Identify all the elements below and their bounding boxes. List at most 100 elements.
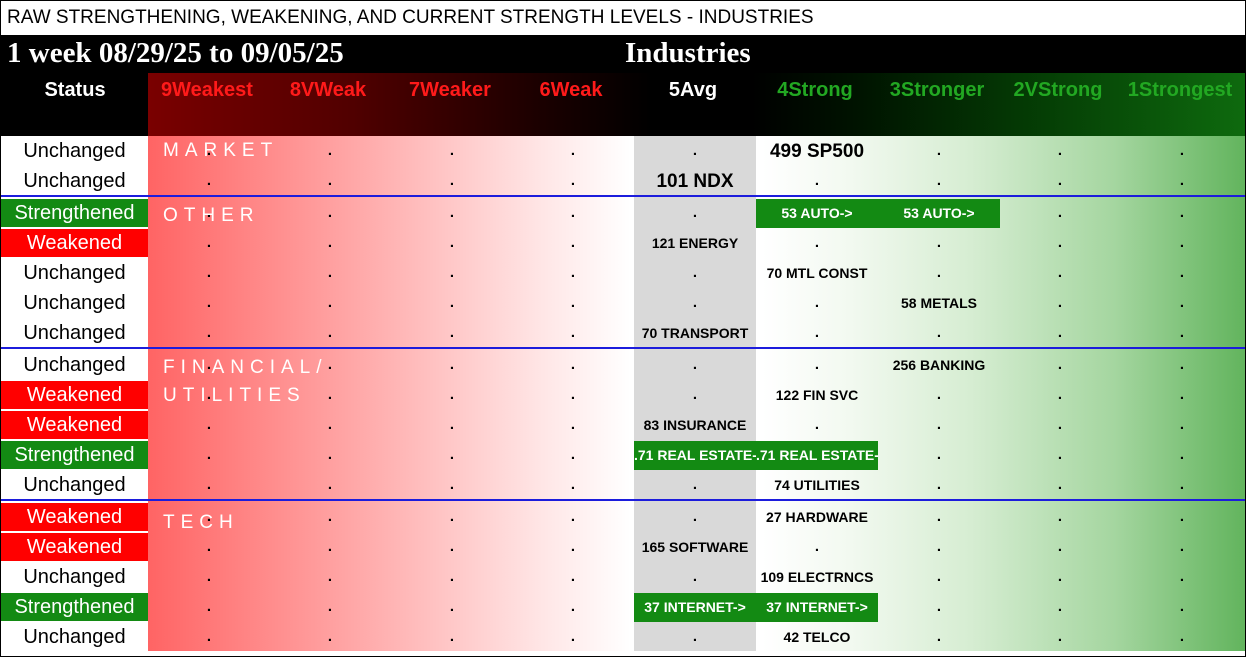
status-cell: Weakened xyxy=(1,229,148,257)
column-header-6weak: 6Weak xyxy=(539,79,603,101)
empty-cell-dot: . xyxy=(814,172,820,189)
status-cell: Unchanged xyxy=(23,474,126,496)
empty-cell-dot: . xyxy=(1057,204,1063,221)
empty-cell-dot: . xyxy=(692,142,698,159)
empty-cell-dot: . xyxy=(936,628,942,645)
empty-cell-dot: . xyxy=(327,446,333,463)
empty-cell-dot: . xyxy=(936,264,942,281)
empty-cell-dot: . xyxy=(449,538,455,555)
empty-cell-dot: . xyxy=(936,416,942,433)
empty-cell-dot: . xyxy=(936,446,942,463)
industry-entry: 83 INSURANCE xyxy=(643,417,747,433)
empty-cell-dot: . xyxy=(206,628,212,645)
status-cell: Unchanged xyxy=(23,262,126,284)
empty-cell-dot: . xyxy=(1179,356,1185,373)
empty-cell-dot: . xyxy=(936,234,942,251)
empty-cell-dot: . xyxy=(936,172,942,189)
empty-cell-dot: . xyxy=(327,142,333,159)
empty-cell-dot: . xyxy=(1057,598,1063,615)
empty-cell-dot: . xyxy=(449,628,455,645)
industry-entry: 121 ENERGY xyxy=(651,235,739,251)
empty-cell-dot: . xyxy=(206,324,212,341)
section-label: FINANCIAL/ xyxy=(163,357,328,378)
section-divider xyxy=(1,347,1245,349)
empty-cell-dot: . xyxy=(449,264,455,281)
status-cell: Unchanged xyxy=(23,322,126,344)
empty-cell-dot: . xyxy=(570,204,576,221)
empty-cell-dot: . xyxy=(1179,446,1185,463)
status-cell: Unchanged xyxy=(23,626,126,648)
empty-cell-dot: . xyxy=(692,476,698,493)
empty-cell-dot: . xyxy=(1179,324,1185,341)
empty-cell-dot: . xyxy=(1057,538,1063,555)
empty-cell-dot: . xyxy=(1179,142,1185,159)
empty-cell-dot: . xyxy=(814,234,820,251)
status-cell: Unchanged xyxy=(23,140,126,162)
section-label: MARKET xyxy=(163,140,279,161)
status-cell: Unchanged xyxy=(23,566,126,588)
empty-cell-dot: . xyxy=(449,476,455,493)
empty-cell-dot: . xyxy=(936,324,942,341)
status-cell: Unchanged xyxy=(23,292,126,314)
empty-cell-dot: . xyxy=(1179,204,1185,221)
empty-cell-dot: . xyxy=(327,324,333,341)
empty-cell-dot: . xyxy=(936,142,942,159)
empty-cell-dot: . xyxy=(206,446,212,463)
industry-entry: .71 REAL ESTATE- xyxy=(756,441,878,470)
empty-cell-dot: . xyxy=(1057,264,1063,281)
empty-cell-dot: . xyxy=(449,508,455,525)
empty-cell-dot: . xyxy=(1179,538,1185,555)
empty-cell-dot: . xyxy=(570,142,576,159)
empty-cell-dot: . xyxy=(327,508,333,525)
empty-cell-dot: . xyxy=(692,294,698,311)
empty-cell-dot: . xyxy=(206,172,212,189)
column-header-9weakest: 9Weakest xyxy=(161,79,253,101)
empty-cell-dot: . xyxy=(570,172,576,189)
empty-cell-dot: . xyxy=(814,294,820,311)
section-divider xyxy=(1,499,1245,501)
industry-strength-sheet: RAW STRENGTHENING, WEAKENING, AND CURREN… xyxy=(0,0,1246,657)
empty-cell-dot: . xyxy=(1179,476,1185,493)
industry-entry: 101 NDX xyxy=(656,171,734,192)
empty-cell-dot: . xyxy=(449,416,455,433)
empty-cell-dot: . xyxy=(570,416,576,433)
industry-entry: 165 SOFTWARE xyxy=(641,539,749,555)
empty-cell-dot: . xyxy=(1057,446,1063,463)
empty-cell-dot: . xyxy=(449,142,455,159)
empty-cell-dot: . xyxy=(570,446,576,463)
empty-cell-dot: . xyxy=(327,264,333,281)
column-header-8vweak: 8VWeak xyxy=(289,79,367,101)
empty-cell-dot: . xyxy=(1179,598,1185,615)
industry-entry: 122 FIN SVC xyxy=(775,387,859,403)
empty-cell-dot: . xyxy=(570,324,576,341)
status-cell: Strengthened xyxy=(1,441,148,469)
empty-cell-dot: . xyxy=(449,356,455,373)
empty-cell-dot: . xyxy=(1057,476,1063,493)
empty-cell-dot: . xyxy=(570,264,576,281)
empty-cell-dot: . xyxy=(449,172,455,189)
empty-cell-dot: . xyxy=(936,538,942,555)
industry-entry: 53 AUTO-> xyxy=(878,199,1000,228)
empty-cell-dot: . xyxy=(814,324,820,341)
empty-cell-dot: . xyxy=(570,508,576,525)
empty-cell-dot: . xyxy=(814,356,820,373)
section-label: UTILITIES xyxy=(163,385,306,406)
empty-cell-dot: . xyxy=(1057,386,1063,403)
empty-cell-dot: . xyxy=(327,204,333,221)
empty-cell-dot: . xyxy=(692,568,698,585)
empty-cell-dot: . xyxy=(1057,628,1063,645)
empty-cell-dot: . xyxy=(206,416,212,433)
empty-cell-dot: . xyxy=(1057,324,1063,341)
status-cell: Weakened xyxy=(1,381,148,409)
industry-entry: 27 HARDWARE xyxy=(766,509,868,525)
column-header-1strongest: 1Strongest xyxy=(1127,79,1233,101)
week-range-title: 1 week 08/29/25 to 09/05/25 xyxy=(7,37,344,69)
column-header-7weaker: 7Weaker xyxy=(409,79,491,101)
empty-cell-dot: . xyxy=(570,538,576,555)
empty-cell-dot: . xyxy=(449,568,455,585)
empty-cell-dot: . xyxy=(936,386,942,403)
sheet-heading: RAW STRENGTHENING, WEAKENING, AND CURREN… xyxy=(7,7,814,28)
empty-cell-dot: . xyxy=(1179,568,1185,585)
empty-cell-dot: . xyxy=(449,234,455,251)
empty-cell-dot: . xyxy=(206,264,212,281)
